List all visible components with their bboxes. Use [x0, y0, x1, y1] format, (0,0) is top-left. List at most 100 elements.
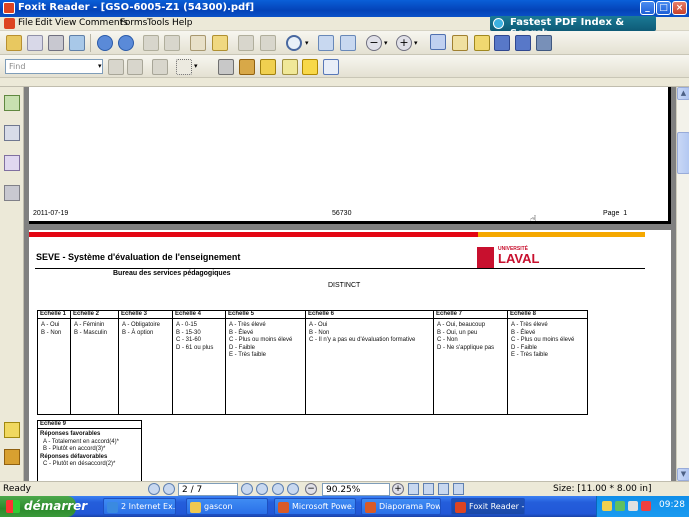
menu-file[interactable]: File: [18, 18, 33, 28]
menu-view[interactable]: View: [55, 18, 76, 28]
fit-page-icon[interactable]: [340, 35, 356, 51]
textbox-icon[interactable]: [282, 59, 298, 75]
scale-option: D - Ne s'applique pas: [437, 344, 495, 351]
footer-date: 2011-07-19: [33, 210, 69, 217]
chevron-down-icon[interactable]: ▾: [98, 62, 104, 70]
select-text-icon[interactable]: [452, 35, 468, 51]
scroll-down-icon[interactable]: ▼: [677, 468, 689, 481]
zoom-level-input[interactable]: 90.25%: [322, 483, 390, 496]
scale-option: C - 31-60: [176, 337, 202, 344]
scale-header: Echelle 8: [508, 311, 587, 319]
window-title: Foxit Reader - [GSO-6005-Z1 (54300).pdf]: [18, 2, 255, 13]
previous-page-icon[interactable]: [97, 35, 113, 51]
attachment-icon[interactable]: [239, 59, 255, 75]
last-page-icon[interactable]: [256, 483, 268, 495]
comments-panel-icon[interactable]: [4, 422, 20, 438]
scale-option: E - Très faible: [229, 352, 267, 359]
scale-option: C - Non: [437, 337, 458, 344]
chevron-down-icon[interactable]: ▾: [384, 39, 390, 47]
task-internet-explorer[interactable]: 2 Internet Ex...: [103, 498, 176, 515]
arrow-icon[interactable]: [323, 59, 339, 75]
email-icon[interactable]: [69, 35, 85, 51]
attachments-panel-icon[interactable]: [4, 449, 20, 465]
scale-option: A - Oui: [41, 322, 60, 328]
task-gascon[interactable]: gascon: [186, 498, 268, 515]
status-zoom-in-icon[interactable]: +: [392, 483, 404, 495]
snapshot-icon[interactable]: [474, 35, 490, 51]
marquee-icon[interactable]: [176, 59, 192, 75]
forward-icon[interactable]: [164, 35, 180, 51]
menu-forms[interactable]: Forms: [120, 18, 147, 28]
first-page-icon[interactable]: [148, 483, 160, 495]
copy-icon[interactable]: [190, 35, 206, 51]
find-next-icon[interactable]: [127, 59, 143, 75]
menu-help[interactable]: Help: [172, 18, 193, 28]
tray-icon[interactable]: [641, 501, 651, 511]
find-book-icon[interactable]: [515, 35, 531, 51]
note-icon[interactable]: [302, 59, 318, 75]
document-icon[interactable]: [4, 18, 15, 29]
next-page-icon[interactable]: [118, 35, 134, 51]
task-powerpoint[interactable]: Microsoft Powe...: [274, 498, 356, 515]
continuous-icon[interactable]: [423, 483, 434, 495]
scale-option: B - 15-30: [176, 329, 201, 336]
history-forward-icon[interactable]: [287, 483, 299, 495]
layers-icon[interactable]: [4, 185, 20, 201]
restore-button[interactable]: □: [656, 1, 671, 15]
book-icon[interactable]: [494, 35, 510, 51]
zoom-icon[interactable]: [286, 35, 302, 51]
tray-icon[interactable]: [628, 501, 638, 511]
document-viewport[interactable]: 2011-07-19 56730 Page 1 ☝ SEVE - Système…: [24, 87, 676, 481]
next-page-icon[interactable]: [241, 483, 253, 495]
scale-option: B - À option: [122, 329, 154, 336]
bookmarks-icon[interactable]: [4, 95, 20, 111]
menu-tools[interactable]: Tools: [147, 18, 169, 28]
task-foxit-reader[interactable]: Foxit Reader - ...: [451, 498, 525, 515]
chevron-down-icon[interactable]: ▾: [194, 62, 200, 70]
save-icon[interactable]: [27, 35, 43, 51]
app-icon[interactable]: [3, 2, 15, 14]
zoom-out-icon[interactable]: −: [366, 35, 382, 51]
close-button[interactable]: ×: [672, 1, 687, 15]
pdf-page-1: 2011-07-19 56730 Page 1: [29, 87, 671, 224]
continuous-facing-icon[interactable]: [453, 483, 464, 495]
camera-icon[interactable]: [536, 35, 552, 51]
undo-icon[interactable]: [238, 35, 254, 51]
redo-icon[interactable]: [260, 35, 276, 51]
pencil-icon[interactable]: [260, 59, 276, 75]
page-number-input[interactable]: 2 / 7: [178, 483, 238, 496]
scale-option: A - Très élevé: [511, 322, 548, 328]
hand-tool-icon[interactable]: [430, 34, 446, 50]
task-label: Diaporama Pow...: [379, 502, 441, 511]
fit-width-icon[interactable]: [318, 35, 334, 51]
prev-page-icon[interactable]: [163, 483, 175, 495]
chevron-down-icon[interactable]: ▾: [305, 39, 311, 47]
task-diaporama[interactable]: Diaporama Pow...: [361, 498, 441, 515]
zoom-in-icon[interactable]: +: [396, 35, 412, 51]
facing-icon[interactable]: [438, 483, 449, 495]
pages-icon[interactable]: [4, 125, 20, 141]
tray-icon[interactable]: [602, 501, 612, 511]
annotations-icon[interactable]: [4, 155, 20, 171]
text-tool-icon[interactable]: [152, 59, 168, 75]
vertical-scrollbar[interactable]: ▲ ▼: [676, 87, 689, 481]
open-folder-icon[interactable]: [6, 35, 22, 51]
minimize-button[interactable]: _: [640, 1, 655, 15]
link-icon[interactable]: [218, 59, 234, 75]
scroll-up-icon[interactable]: ▲: [677, 87, 689, 100]
single-page-icon[interactable]: [408, 483, 419, 495]
promo-banner[interactable]: Fastest PDF Index & Search: [490, 16, 656, 39]
history-back-icon[interactable]: [272, 483, 284, 495]
scroll-thumb[interactable]: [677, 132, 689, 174]
find-input[interactable]: Find: [5, 59, 103, 74]
find-previous-icon[interactable]: [108, 59, 124, 75]
paste-icon[interactable]: [212, 35, 228, 51]
status-zoom-out-icon[interactable]: −: [305, 483, 317, 495]
powerpoint-icon: [278, 502, 289, 513]
tray-icon[interactable]: [615, 501, 625, 511]
start-button[interactable]: démarrer: [0, 496, 87, 517]
print-icon[interactable]: [48, 35, 64, 51]
menu-edit[interactable]: Edit: [35, 18, 52, 28]
back-icon[interactable]: [143, 35, 159, 51]
chevron-down-icon[interactable]: ▾: [414, 39, 420, 47]
